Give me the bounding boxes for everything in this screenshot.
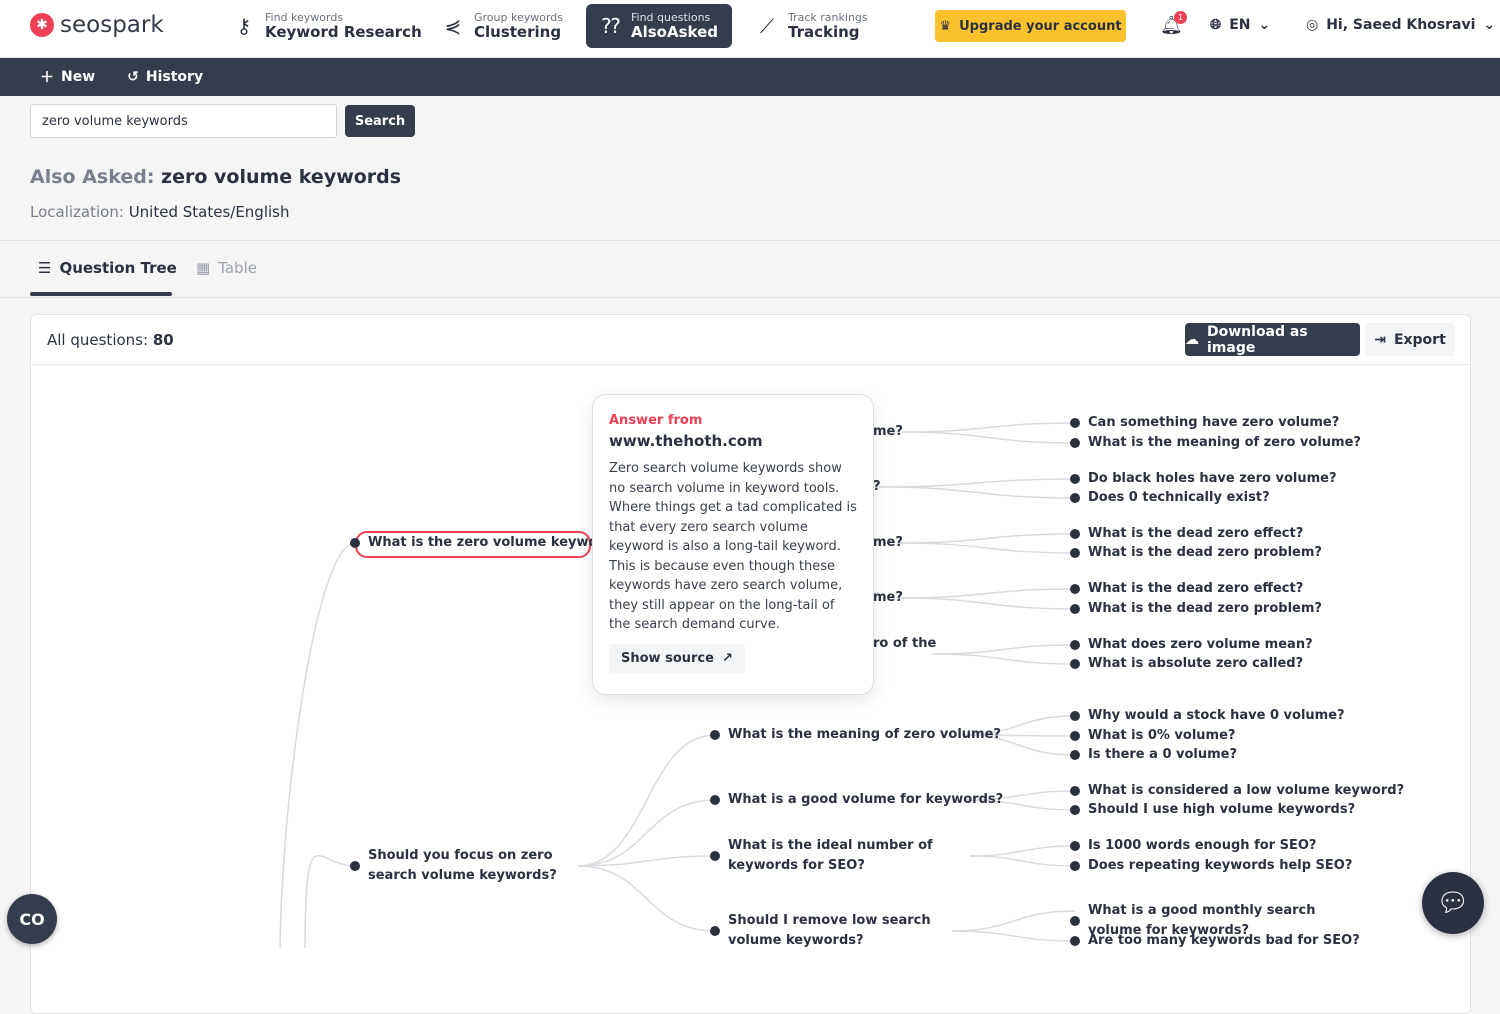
connector bbox=[577, 865, 716, 932]
question-node[interactable]: Is there a 0 volume? bbox=[1088, 745, 1237, 765]
question-node[interactable]: Should I remove low search volume keywor… bbox=[728, 911, 958, 948]
show-source-button[interactable]: Show source ↗ bbox=[609, 643, 745, 673]
node-dot bbox=[350, 861, 360, 871]
answer-tooltip: Answer from www.thehoth.com Zero search … bbox=[592, 394, 874, 695]
question-node[interactable]: What is the dead zero problem? bbox=[1088, 599, 1322, 619]
question-node[interactable]: What does zero volume mean? bbox=[1088, 635, 1313, 655]
question-node[interactable]: What is the dead zero problem? bbox=[1088, 543, 1322, 563]
connector bbox=[878, 486, 1076, 499]
node-dot bbox=[1070, 861, 1080, 871]
connector bbox=[878, 478, 1076, 488]
question-node-partial[interactable]: ? bbox=[873, 477, 881, 497]
node-dot bbox=[710, 795, 720, 805]
connector bbox=[577, 734, 716, 867]
question-node-selected[interactable]: What is the zero volume keyword? bbox=[368, 533, 621, 553]
question-node[interactable]: Should you focus on zero search volume k… bbox=[368, 846, 588, 885]
question-node[interactable]: What is 0% volume? bbox=[1088, 726, 1235, 746]
question-node[interactable]: Are too many keywords bad for SEO? bbox=[1088, 931, 1360, 948]
node-dot bbox=[1070, 640, 1080, 650]
node-dot bbox=[1070, 493, 1080, 503]
connector bbox=[969, 855, 1076, 867]
connector bbox=[951, 910, 1076, 932]
connector bbox=[898, 542, 1076, 554]
question-node[interactable]: What is absolute zero called? bbox=[1088, 654, 1303, 674]
node-dot bbox=[710, 851, 720, 861]
node-dot bbox=[1070, 916, 1080, 926]
connector bbox=[901, 431, 1076, 444]
connector bbox=[279, 542, 356, 948]
connector bbox=[898, 533, 1076, 544]
co-widget-button[interactable]: CO bbox=[7, 894, 57, 944]
question-node[interactable]: Does repeating keywords help SEO? bbox=[1088, 856, 1352, 876]
node-dot bbox=[1070, 529, 1080, 539]
question-node[interactable]: What is a good volume for keywords? bbox=[728, 790, 1003, 810]
connector bbox=[901, 422, 1076, 433]
node-dot bbox=[1070, 805, 1080, 815]
node-dot bbox=[1070, 418, 1080, 428]
question-node[interactable]: What is the dead zero effect? bbox=[1088, 579, 1303, 599]
chat-bubble-icon: 💬︎ bbox=[1436, 888, 1470, 918]
node-dot bbox=[1070, 841, 1080, 851]
question-node[interactable]: Is 1000 words enough for SEO? bbox=[1088, 836, 1316, 856]
node-dot bbox=[1070, 659, 1080, 669]
node-dot bbox=[1070, 474, 1080, 484]
question-node[interactable]: Does 0 technically exist? bbox=[1088, 488, 1270, 508]
connector bbox=[969, 845, 1076, 857]
question-node-partial[interactable]: me? bbox=[873, 422, 903, 442]
question-node[interactable]: Do black holes have zero volume? bbox=[1088, 469, 1337, 489]
question-node[interactable]: Should I use high volume keywords? bbox=[1088, 800, 1355, 820]
question-node-partial[interactable]: me? bbox=[873, 588, 903, 608]
question-node-partial[interactable]: me? bbox=[873, 533, 903, 553]
connector bbox=[898, 588, 1076, 599]
connector bbox=[951, 930, 1076, 942]
node-dot bbox=[1070, 731, 1080, 741]
question-node[interactable]: Why would a stock have 0 volume? bbox=[1088, 706, 1345, 726]
node-dot bbox=[1070, 786, 1080, 796]
question-node[interactable]: What is considered a low volume keyword? bbox=[1088, 781, 1404, 801]
question-node[interactable]: What is the ideal number of keywords for… bbox=[728, 836, 968, 875]
node-dot bbox=[1070, 584, 1080, 594]
connector bbox=[931, 653, 1076, 665]
connector bbox=[898, 597, 1076, 610]
node-dot bbox=[710, 730, 720, 740]
question-node-partial[interactable]: ro of the bbox=[873, 634, 936, 654]
external-link-icon: ↗ bbox=[721, 650, 733, 666]
connector bbox=[304, 855, 356, 948]
node-dot bbox=[1070, 936, 1080, 946]
question-node[interactable]: Can something have zero volume? bbox=[1088, 413, 1339, 433]
node-dot bbox=[350, 538, 360, 548]
node-dot bbox=[1070, 711, 1080, 721]
question-node[interactable]: What is the meaning of zero volume? bbox=[728, 725, 1001, 745]
node-dot bbox=[1070, 604, 1080, 614]
node-dot bbox=[710, 926, 720, 936]
node-dot bbox=[1070, 438, 1080, 448]
question-node[interactable]: What is the meaning of zero volume? bbox=[1088, 433, 1361, 453]
connector bbox=[931, 644, 1076, 655]
chat-button[interactable]: 💬︎ bbox=[1422, 872, 1484, 934]
node-dot bbox=[1070, 548, 1080, 558]
question-node[interactable]: What is the dead zero effect? bbox=[1088, 524, 1303, 544]
node-dot bbox=[1070, 750, 1080, 760]
